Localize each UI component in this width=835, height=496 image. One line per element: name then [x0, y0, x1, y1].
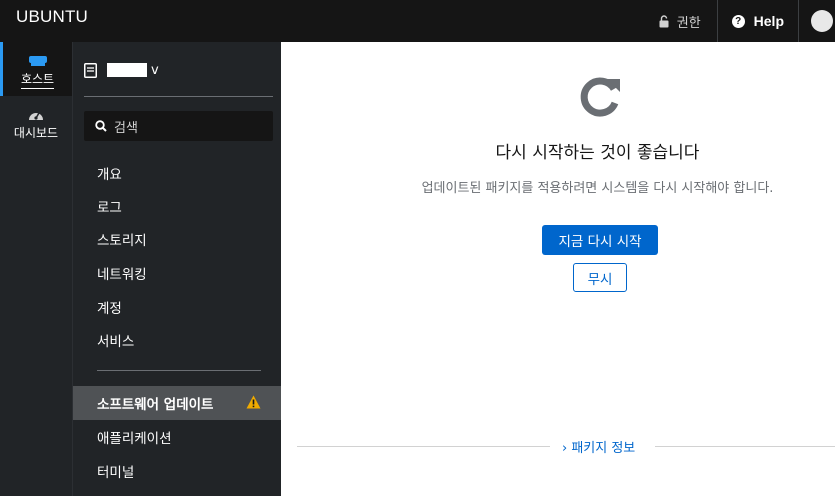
icon-rail: 호스트 대시보드	[0, 42, 72, 496]
warning-icon	[246, 395, 261, 409]
nav-item-overview[interactable]: 개요	[73, 157, 281, 189]
rail-item-host[interactable]: 호스트	[0, 42, 72, 96]
expander-divider	[655, 446, 835, 447]
rail-label-host: 호스트	[20, 70, 55, 89]
nav-item-services[interactable]: 서비스	[73, 324, 281, 356]
top-bar-actions: 권한 ? Help	[645, 0, 835, 42]
nav-item-software-updates[interactable]: 소프트웨어 업데이트	[73, 386, 281, 420]
search-input[interactable]: 검색	[84, 111, 273, 141]
rail-item-dashboard[interactable]: 대시보드	[0, 96, 72, 150]
nav-sidebar: v 검색 개요 로그 스토리지 네트워킹 계정 서비스 소프트웨어 업데이트 애…	[72, 42, 281, 496]
empty-state-body: 업데이트된 패키지를 적용하려면 시스템을 다시 시작해야 합니다.	[421, 181, 774, 196]
redacted-hostname	[107, 63, 147, 77]
nav-item-networking[interactable]: 네트워킹	[73, 257, 281, 289]
nav-item-accounts[interactable]: 계정	[73, 291, 281, 323]
nav-item-label: 터미널	[97, 465, 135, 481]
main-content: 다시 시작하는 것이 좋습니다 업데이트된 패키지를 적용하려면 시스템을 다시…	[281, 42, 835, 496]
ignore-button[interactable]: 무시	[573, 263, 627, 292]
user-avatar	[811, 10, 833, 32]
nav-item-label: 서비스	[97, 334, 135, 350]
search-placeholder: 검색	[114, 120, 138, 136]
expander-divider	[297, 446, 550, 447]
package-info-expander[interactable]: › 패키지 정보	[559, 437, 639, 456]
server-icon	[28, 56, 47, 66]
dashboard-gauge-icon	[29, 112, 43, 120]
permissions-button[interactable]: 권한	[645, 0, 718, 42]
search-icon	[95, 120, 107, 132]
nav-item-storage[interactable]: 스토리지	[73, 223, 281, 255]
top-bar: UBUNTU 권한 ? Help	[0, 0, 835, 42]
restart-now-button[interactable]: 지금 다시 시작	[542, 225, 658, 255]
nav-item-label: 개요	[97, 167, 122, 183]
nav-item-label: 계정	[97, 301, 122, 317]
rail-label-dashboard: 대시보드	[13, 126, 59, 140]
nav-divider	[97, 370, 261, 371]
permissions-label: 권한	[676, 15, 701, 31]
host-switcher[interactable]: v	[84, 58, 159, 82]
help-button[interactable]: ? Help	[718, 0, 799, 42]
help-label: Help	[753, 13, 784, 29]
lock-icon	[659, 14, 669, 27]
nav-item-label: 로그	[97, 200, 122, 216]
nav-item-label: 스토리지	[97, 233, 147, 249]
nav-item-applications[interactable]: 애플리케이션	[73, 421, 281, 453]
nav-divider	[84, 96, 273, 97]
restart-icon	[580, 77, 620, 117]
host-suffix: v	[151, 62, 159, 78]
brand-title: UBUNTU	[16, 7, 89, 26]
user-menu[interactable]	[799, 0, 835, 42]
nav-item-label: 네트워킹	[97, 267, 147, 283]
help-circle-icon: ?	[731, 14, 745, 28]
document-icon	[84, 62, 97, 78]
nav-item-label: 애플리케이션	[97, 431, 172, 447]
nav-item-logs[interactable]: 로그	[73, 190, 281, 222]
nav-item-terminal[interactable]: 터미널	[73, 455, 281, 487]
nav-item-label: 소프트웨어 업데이트	[97, 397, 214, 413]
empty-state-title: 다시 시작하는 것이 좋습니다	[495, 143, 700, 163]
